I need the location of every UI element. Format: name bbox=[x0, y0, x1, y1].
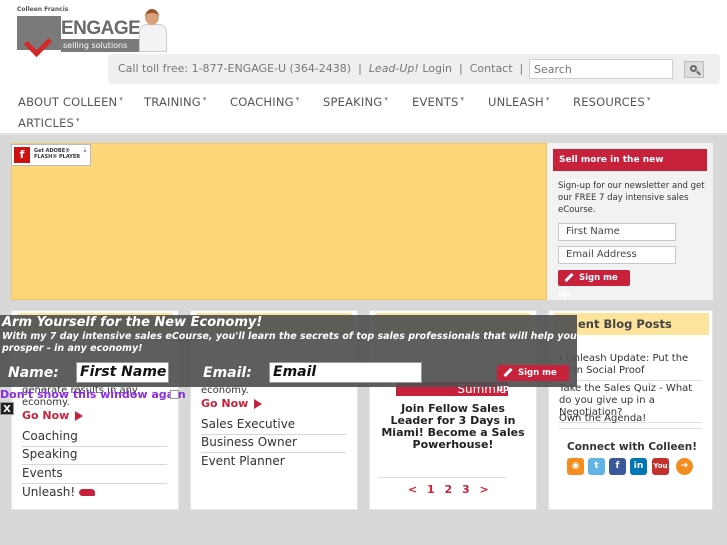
logo-small-text: Colleen Francis bbox=[17, 6, 69, 13]
dont-show-again-label[interactable]: Don't show this window again bbox=[0, 388, 186, 401]
nav-unleash[interactable]: UNLEASH ▾ bbox=[488, 95, 550, 109]
blog-posts-title: ent Blog Posts bbox=[554, 313, 709, 335]
pencil-icon bbox=[503, 367, 513, 378]
utility-links: Call toll free: 1-877-ENGAGE-U (364-2438… bbox=[118, 62, 524, 75]
link-coaching[interactable]: Coaching bbox=[22, 429, 167, 447]
go-now-link[interactable]: Go Now bbox=[201, 397, 263, 410]
pencil-icon bbox=[564, 272, 574, 283]
chevron-down-icon: ▾ bbox=[646, 95, 651, 103]
logo-arrow-icon bbox=[23, 28, 53, 58]
nav-divider bbox=[0, 133, 727, 135]
signup-text: Sign-up for our newsletter and get our F… bbox=[558, 181, 705, 215]
logo-word: ENGAGE bbox=[61, 18, 141, 39]
first-name-field[interactable]: First Name bbox=[558, 223, 676, 241]
toll-free-text: Call toll free: 1-877-ENGAGE-U (364-2438… bbox=[118, 62, 352, 75]
email-field[interactable]: Email Address bbox=[558, 246, 676, 264]
summit-promo-text[interactable]: Join Fellow Sales Leader for 3 Days in M… bbox=[378, 403, 528, 451]
close-popup-button[interactable]: X bbox=[0, 402, 14, 415]
blog-post-link[interactable]: Own the Agenda! bbox=[559, 413, 702, 429]
next-arrow-icon[interactable]: ➜ bbox=[676, 458, 693, 475]
popup-subtitle: With my 7 day intensive sales eCourse, y… bbox=[2, 331, 577, 354]
site-header: Colleen Francis ENGAGE selling solutions… bbox=[0, 0, 727, 135]
newsletter-signup: Sell more in the new economy! Sign-up fo… bbox=[547, 143, 713, 300]
link-speaking[interactable]: Speaking bbox=[22, 447, 167, 465]
flash-icon: f bbox=[14, 147, 30, 163]
link-events[interactable]: Events bbox=[22, 466, 167, 484]
chevron-down-icon: ▾ bbox=[202, 95, 207, 103]
popup-signup-button[interactable]: Sign me up bbox=[497, 365, 569, 394]
chevron-down-icon: ▾ bbox=[545, 95, 550, 103]
twitter-icon[interactable]: t bbox=[588, 458, 605, 475]
leadup-login-link[interactable]: Lead-Up! Login bbox=[369, 62, 452, 75]
colleen-portrait bbox=[135, 6, 167, 52]
link-unleash[interactable]: Unleash! bbox=[22, 485, 167, 502]
chevron-down-icon: ▾ bbox=[295, 95, 300, 103]
popup-name-input[interactable]: First Name bbox=[76, 362, 169, 383]
popup-email-input[interactable]: Email bbox=[269, 362, 422, 383]
nav-speaking[interactable]: SPEAKING ▾ bbox=[323, 95, 388, 109]
go-now-link[interactable]: Go Now bbox=[22, 409, 84, 422]
download-icon: ⇣ bbox=[82, 146, 88, 154]
nav-coaching[interactable]: COACHING ▾ bbox=[230, 95, 299, 109]
engage-logo[interactable]: Colleen Francis ENGAGE selling solutions bbox=[17, 6, 167, 58]
chevron-down-icon: ▾ bbox=[119, 95, 124, 103]
carousel-pager[interactable]: < 1 2 3 > bbox=[408, 483, 489, 496]
link-event-planner[interactable]: Event Planner bbox=[201, 454, 346, 471]
top-utility-bar: Call toll free: 1-877-ENGAGE-U (364-2438… bbox=[108, 54, 720, 84]
newsletter-popup: Arm Yourself for the New Economy! With m… bbox=[0, 315, 577, 394]
chevron-down-icon: ▾ bbox=[384, 95, 389, 103]
chevron-down-icon: ▾ bbox=[76, 116, 80, 124]
dont-show-again-checkbox[interactable] bbox=[170, 390, 179, 399]
blog-post-link[interactable]: r Unleash Update: Put the ial in Social … bbox=[559, 353, 702, 381]
shoe-icon bbox=[78, 489, 95, 496]
connect-heading: Connect with Colleen! bbox=[567, 441, 697, 453]
nav-about-colleen[interactable]: ABOUT COLLEEN ▾ bbox=[18, 95, 123, 109]
logo-box bbox=[17, 16, 61, 58]
nav-articles[interactable]: ARTICLES ▾ bbox=[18, 116, 80, 130]
nav-resources[interactable]: RESOURCES ▾ bbox=[573, 95, 651, 109]
search-button[interactable] bbox=[684, 61, 704, 78]
link-business-owner[interactable]: Business Owner bbox=[201, 435, 346, 453]
get-flash-player-badge[interactable]: f Get ADOBE® FLASH® PLAYER ⇣ bbox=[11, 144, 91, 166]
search-input[interactable] bbox=[529, 59, 673, 79]
nav-events[interactable]: EVENTS ▾ bbox=[412, 95, 464, 109]
youtube-icon[interactable]: You bbox=[652, 458, 669, 475]
rss-icon[interactable]: ◉ bbox=[567, 458, 584, 475]
popup-name-label: Name: bbox=[8, 365, 59, 381]
arrow-right-icon bbox=[254, 399, 263, 409]
contact-link[interactable]: Contact bbox=[470, 62, 513, 75]
flash-banner-area bbox=[11, 143, 547, 300]
nav-training[interactable]: TRAINING ▾ bbox=[144, 95, 207, 109]
popup-title: Arm Yourself for the New Economy! bbox=[2, 315, 263, 330]
arrow-right-icon bbox=[75, 411, 84, 421]
linkedin-icon[interactable]: in bbox=[630, 458, 647, 475]
link-sales-executive[interactable]: Sales Executive bbox=[201, 417, 346, 435]
signup-button[interactable]: Sign me up bbox=[558, 270, 630, 299]
main-nav: ABOUT COLLEEN ▾ TRAINING ▾ COACHING ▾ SPEAK… bbox=[0, 91, 727, 135]
chevron-down-icon: ▾ bbox=[460, 95, 465, 103]
signup-banner: Sell more in the new economy! bbox=[553, 149, 707, 187]
popup-email-label: Email: bbox=[203, 365, 252, 381]
facebook-icon[interactable]: f bbox=[609, 458, 626, 475]
